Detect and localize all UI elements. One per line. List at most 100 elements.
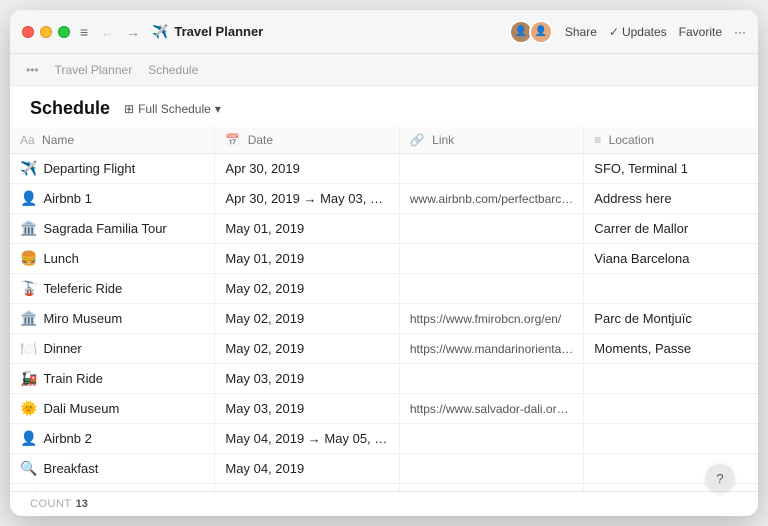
- cell-name-8: 🌞Dali Museum: [10, 394, 215, 424]
- share-button[interactable]: Share: [565, 25, 597, 39]
- close-button[interactable]: [22, 26, 34, 38]
- table-row[interactable]: 🔍BreakfastMay 04, 2019: [10, 454, 758, 484]
- cell-link-5[interactable]: https://www.fmirobcn.org/en/: [399, 304, 583, 334]
- table-row[interactable]: 🏛️Sagrada Familia TourMay 01, 2019 Carrer…: [10, 214, 758, 244]
- titlebar-title: ✈️ Travel Planner: [152, 24, 509, 40]
- cell-name-9: 👤Airbnb 2: [10, 424, 215, 454]
- app-title: Travel Planner: [174, 24, 263, 39]
- table-row[interactable]: 🚂Train RideMay 03, 2019: [10, 364, 758, 394]
- cell-location-0: SFO, Terminal 1: [584, 154, 758, 184]
- breadcrumb-2[interactable]: Travel Planner: [55, 63, 133, 77]
- full-schedule-label: Full Schedule: [138, 102, 211, 116]
- cell-name-0: ✈️Departing Flight: [10, 154, 215, 184]
- cell-link-3: [399, 244, 583, 274]
- table-row[interactable]: 👤Airbnb 2May 04, 2019 → May 05, 2019: [10, 424, 758, 454]
- cell-date-5: May 02, 2019: [215, 304, 399, 334]
- table-row[interactable]: 👤Airbnb 1Apr 30, 2019 → May 03, 2019www.…: [10, 184, 758, 214]
- row-icon: 🚂: [20, 370, 37, 386]
- table-row[interactable]: 🎢TibidaboMay 04, 2019: [10, 484, 758, 492]
- col-header-location: ≡ Location: [584, 127, 758, 154]
- cell-name-3: 🍔Lunch: [10, 244, 215, 274]
- cell-location-7: [584, 364, 758, 394]
- date-col-icon: 📅: [225, 133, 240, 147]
- row-icon: 🍔: [20, 250, 37, 266]
- more-button[interactable]: ···: [734, 25, 746, 39]
- main-window: ≡ ← → ✈️ Travel Planner 👤 👤 Share ✓ Upda…: [10, 10, 758, 516]
- table-icon: ⊞: [124, 102, 134, 116]
- table-header-row: Aa Name 📅 Date 🔗 Link: [10, 127, 758, 154]
- cell-link-11: [399, 484, 583, 492]
- table-footer: COUNT 13: [10, 491, 758, 516]
- table-row[interactable]: ✈️Departing FlightApr 30, 2019 SFO, Termi…: [10, 154, 758, 184]
- cell-name-2: 🏛️Sagrada Familia Tour: [10, 214, 215, 244]
- cell-link-10: [399, 454, 583, 484]
- cell-link-6[interactable]: https://www.mandarinoriental.com/t: [399, 334, 583, 364]
- avatar-2: 👤: [529, 20, 553, 44]
- menu-icon[interactable]: ≡: [80, 24, 88, 40]
- row-icon: 🏛️: [20, 310, 37, 326]
- full-schedule-toggle[interactable]: ⊞ Full Schedule ▾: [118, 99, 227, 119]
- row-icon: 🍽️: [20, 340, 37, 356]
- breadcrumb-1[interactable]: •••: [26, 63, 39, 77]
- cell-location-3: Viana Barcelona: [584, 244, 758, 274]
- chevron-down-icon: ▾: [215, 102, 221, 116]
- cell-link-9: [399, 424, 583, 454]
- titlebar: ≡ ← → ✈️ Travel Planner 👤 👤 Share ✓ Upda…: [10, 10, 758, 54]
- cell-date-0: Apr 30, 2019: [215, 154, 399, 184]
- minimize-button[interactable]: [40, 26, 52, 38]
- row-icon: 🚡: [20, 280, 37, 296]
- cell-date-11: May 04, 2019: [215, 484, 399, 492]
- table-body: ✈️Departing FlightApr 30, 2019 SFO, Termi…: [10, 154, 758, 492]
- cell-date-2: May 01, 2019: [215, 214, 399, 244]
- cell-link-1[interactable]: www.airbnb.com/perfectbarcelonah: [399, 184, 583, 214]
- schedule-table: Aa Name 📅 Date 🔗 Link: [10, 127, 758, 491]
- cell-date-7: May 03, 2019: [215, 364, 399, 394]
- updates-button[interactable]: ✓ Updates: [609, 25, 667, 39]
- cell-location-6: Moments, Passe: [584, 334, 758, 364]
- col-header-date: 📅 Date: [215, 127, 399, 154]
- table-row[interactable]: 🏛️Miro MuseumMay 02, 2019https://www.fmi…: [10, 304, 758, 334]
- avatar-group: 👤 👤: [509, 20, 553, 44]
- cell-date-6: May 02, 2019: [215, 334, 399, 364]
- count-value: 13: [76, 498, 88, 510]
- title-icon: ✈️: [152, 24, 168, 40]
- schedule-table-container[interactable]: Aa Name 📅 Date 🔗 Link: [10, 127, 758, 491]
- cell-location-2: Carrer de Mallor: [584, 214, 758, 244]
- favorite-button[interactable]: Favorite: [679, 25, 722, 39]
- table-row[interactable]: 🍔LunchMay 01, 2019Viana Barcelona: [10, 244, 758, 274]
- row-icon: 🔍: [20, 460, 37, 476]
- cell-name-10: 🔍Breakfast: [10, 454, 215, 484]
- cell-link-8[interactable]: https://www.salvador-dali.org/en/: [399, 394, 583, 424]
- cell-date-10: May 04, 2019: [215, 454, 399, 484]
- table-row[interactable]: 🚡Teleferic RideMay 02, 2019: [10, 274, 758, 304]
- link-col-icon: 🔗: [410, 133, 425, 147]
- count-label: COUNT: [30, 498, 72, 510]
- titlebar-actions: 👤 👤 Share ✓ Updates Favorite ···: [509, 20, 746, 44]
- cell-name-7: 🚂Train Ride: [10, 364, 215, 394]
- row-icon: 👤: [20, 430, 37, 446]
- cell-location-5: Parc de Montjuïc: [584, 304, 758, 334]
- back-button[interactable]: ←: [96, 22, 118, 42]
- page-content: Schedule ⊞ Full Schedule ▾ Aa Name: [10, 86, 758, 516]
- cell-name-6: 🍽️Dinner: [10, 334, 215, 364]
- fullscreen-button[interactable]: [58, 26, 70, 38]
- cell-location-9: [584, 424, 758, 454]
- cell-date-4: May 02, 2019: [215, 274, 399, 304]
- forward-button[interactable]: →: [122, 22, 144, 42]
- breadcrumb-3[interactable]: Schedule: [148, 63, 198, 77]
- cell-location-4: [584, 274, 758, 304]
- help-button[interactable]: ?: [706, 464, 734, 492]
- page-header: Schedule ⊞ Full Schedule ▾: [10, 86, 758, 127]
- cell-link-2: [399, 214, 583, 244]
- cell-name-4: 🚡Teleferic Ride: [10, 274, 215, 304]
- cell-date-1: Apr 30, 2019 → May 03, 2019: [215, 184, 399, 214]
- col-header-link: 🔗 Link: [399, 127, 583, 154]
- cell-link-7: [399, 364, 583, 394]
- cell-link-4: [399, 274, 583, 304]
- table-row[interactable]: 🍽️DinnerMay 02, 2019https://www.mandarin…: [10, 334, 758, 364]
- row-icon: ✈️: [20, 160, 37, 176]
- table-row[interactable]: 🌞Dali MuseumMay 03, 2019https://www.salv…: [10, 394, 758, 424]
- cell-location-1: Address here: [584, 184, 758, 214]
- cell-date-8: May 03, 2019: [215, 394, 399, 424]
- row-icon: 👤: [20, 190, 37, 206]
